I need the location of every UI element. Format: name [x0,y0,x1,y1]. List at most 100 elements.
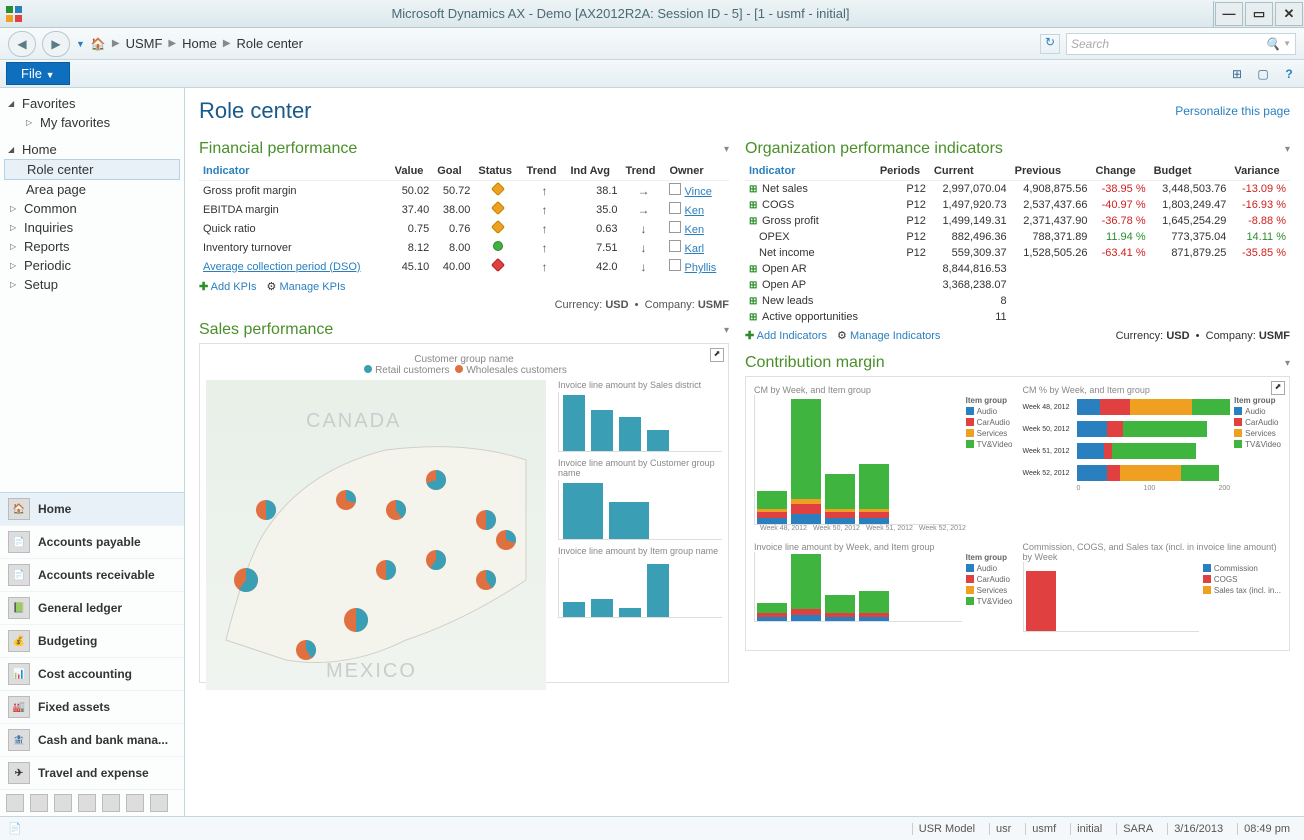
gl-icon: 📗 [8,597,30,619]
file-menu[interactable]: File ▼ [6,62,70,85]
table-row[interactable]: ⊞Open AP 3,368,238.07 [745,277,1290,293]
nav-common[interactable]: ▷Common [4,199,180,218]
table-row[interactable]: ⊞Active opportunities 11 [745,309,1290,325]
window-controls: — ▭ ✕ [1213,1,1304,27]
refresh-button[interactable]: ↻ [1040,34,1060,54]
nav-home[interactable]: ◢Home [4,140,180,159]
commission-chart[interactable]: Commission, COGS, and Sales tax (incl. i… [1023,542,1282,632]
window-icon[interactable]: ▢ [1254,65,1272,83]
module-ap[interactable]: 📄Accounts payable [0,526,184,559]
breadcrumb: USMF▶ Home▶ Role center [126,36,1034,51]
personalize-link[interactable]: Personalize this page [1175,104,1290,118]
app-logo-icon [0,0,28,28]
module-ar[interactable]: 📄Accounts receivable [0,559,184,592]
table-row[interactable]: ⊞Open AR 8,844,816.53 [745,261,1290,277]
module-fa[interactable]: 🏭Fixed assets [0,691,184,724]
home-icon[interactable]: 🏠 [91,37,106,51]
nav-role-center[interactable]: Role center [4,159,180,180]
finperf-title[interactable]: Financial performance▾ [199,140,729,158]
mini-chart-3[interactable]: Invoice line amount by Item group name [558,546,722,618]
cost-icon: 📊 [8,663,30,685]
module-cost[interactable]: 📊Cost accounting [0,658,184,691]
mini-chart-2[interactable]: Invoice line amount by Customer group na… [558,458,722,540]
minimize-button[interactable]: — [1215,2,1243,26]
content: Role center Personalize this page Financ… [185,88,1304,816]
sb-model: USR Model [912,823,981,835]
search-input[interactable]: Search 🔍 ▼ [1066,33,1296,55]
popout-icon[interactable]: ⬈ [1271,381,1285,395]
sales-chart: ⬈ Customer group name Retail customers W… [199,343,729,683]
nav-periodic[interactable]: ▷Periodic [4,256,180,275]
sales-map[interactable]: CANADA UNITED STATES MEXICO [206,380,546,690]
view-icon[interactable]: ⊞ [1228,65,1246,83]
mini-chart-1[interactable]: Invoice line amount by Sales district [558,380,722,452]
sb-user: SARA [1116,823,1159,835]
orgperf-title[interactable]: Organization performance indicators▾ [745,140,1290,158]
nav-my-favorites[interactable]: ▷My favorites [4,113,180,132]
table-row[interactable]: ⊞Net sales P122,997,070.044,908,875.56 -… [745,181,1290,198]
module-gl[interactable]: 📗General ledger [0,592,184,625]
table-row[interactable]: Quick ratio 0.750.76 ↑ 0.63 ↓ Ken [199,219,729,238]
maximize-button[interactable]: ▭ [1245,2,1273,26]
table-row[interactable]: Gross profit margin 50.0250.72 ↑ 38.1 → … [199,181,729,201]
forward-button[interactable]: ▶ [42,31,70,57]
table-row[interactable]: EBITDA margin 37.4038.00 ↑ 35.0 → Ken [199,200,729,219]
table-row[interactable]: Net income P12559,309.371,528,505.26 -63… [745,245,1290,261]
nav-setup[interactable]: ▷Setup [4,275,180,294]
nav-bar: ◀ ▶ ▼ 🏠 ▶ USMF▶ Home▶ Role center ↻ Sear… [0,28,1304,60]
travel-icon: ✈ [8,762,30,784]
dropdown-icon[interactable]: ▼ [76,39,85,49]
table-row[interactable]: Inventory turnover 8.128.00 ↑ 7.51 ↓ Kar… [199,238,729,257]
ar-icon: 📄 [8,564,30,586]
help-icon[interactable]: ? [1280,65,1298,83]
page-title: Role center [199,98,312,124]
nav-area-page[interactable]: Area page [4,180,180,199]
search-dropdown-icon[interactable]: ▼ [1283,39,1291,48]
statusbar-icon[interactable]: 📄 [8,822,22,835]
nav-reports[interactable]: ▷Reports [4,237,180,256]
home-icon: 🏠 [8,498,30,520]
nav-inquiries[interactable]: ▷Inquiries [4,218,180,237]
table-row[interactable]: ⊞Gross profit P121,499,149.312,371,437.9… [745,213,1290,229]
menu-bar: File ▼ ⊞ ▢ ? [0,60,1304,88]
sb-usr: usr [989,823,1017,835]
breadcrumb-item[interactable]: USMF [126,36,163,51]
contrib-chart: ⬈ CM by Week, and Item group [745,376,1290,651]
salesperf-title[interactable]: Sales performance▾ [199,321,729,339]
close-button[interactable]: ✕ [1275,2,1303,26]
table-row[interactable]: Average collection period (DSO) 45.1040.… [199,257,729,276]
popout-icon[interactable]: ⬈ [710,348,724,362]
fa-icon: 🏭 [8,696,30,718]
cmpct-week-chart[interactable]: CM % by Week, and Item group Week 48, 20… [1023,385,1282,532]
table-row[interactable]: ⊞COGS P121,497,920.732,537,437.66 -40.97… [745,197,1290,213]
search-icon[interactable]: 🔍 [1265,37,1280,51]
table-row[interactable]: OPEX P12882,496.36788,371.89 11.94 %773,… [745,229,1290,245]
breadcrumb-item[interactable]: Role center [237,36,303,51]
map-legend: Customer group name Retail customers Who… [206,350,722,380]
window-title: Microsoft Dynamics AX - Demo [AX2012R2A:… [28,6,1213,21]
status-bar: 📄 USR Model usr usmf initial SARA 3/16/2… [0,816,1304,840]
module-travel[interactable]: ✈Travel and expense [0,757,184,790]
breadcrumb-item[interactable]: Home [182,36,217,51]
module-list: 🏠Home 📄Accounts payable 📄Accounts receiv… [0,492,184,816]
back-button[interactable]: ◀ [8,31,36,57]
module-cash[interactable]: 🏦Cash and bank mana... [0,724,184,757]
budget-icon: 💰 [8,630,30,652]
cm-week-chart[interactable]: CM by Week, and Item group Item group [754,385,1013,532]
module-budget[interactable]: 💰Budgeting [0,625,184,658]
module-overflow[interactable] [0,790,184,816]
add-kpi-link[interactable]: ✚ Add KPIs [199,280,257,293]
invoice-week-chart[interactable]: Invoice line amount by Week, and Item gr… [754,542,1013,632]
sb-initial: initial [1070,823,1108,835]
nav-tree: ◢Favorites ▷My favorites ◢Home Role cent… [0,88,184,308]
nav-favorites[interactable]: ◢Favorites [4,94,180,113]
manage-kpi-link[interactable]: ⚙ Manage KPIs [267,280,346,293]
add-indicator-link[interactable]: ✚ Add Indicators [745,329,827,342]
module-home[interactable]: 🏠Home [0,493,184,526]
contrib-title[interactable]: Contribution margin▾ [745,354,1290,372]
manage-indicator-link[interactable]: ⚙ Manage Indicators [837,329,940,342]
table-row[interactable]: ⊞New leads 8 [745,293,1290,309]
title-bar: Microsoft Dynamics AX - Demo [AX2012R2A:… [0,0,1304,28]
orgperf-table: Indicator Periods Current Previous Chang… [745,162,1290,325]
sb-date: 3/16/2013 [1167,823,1229,835]
